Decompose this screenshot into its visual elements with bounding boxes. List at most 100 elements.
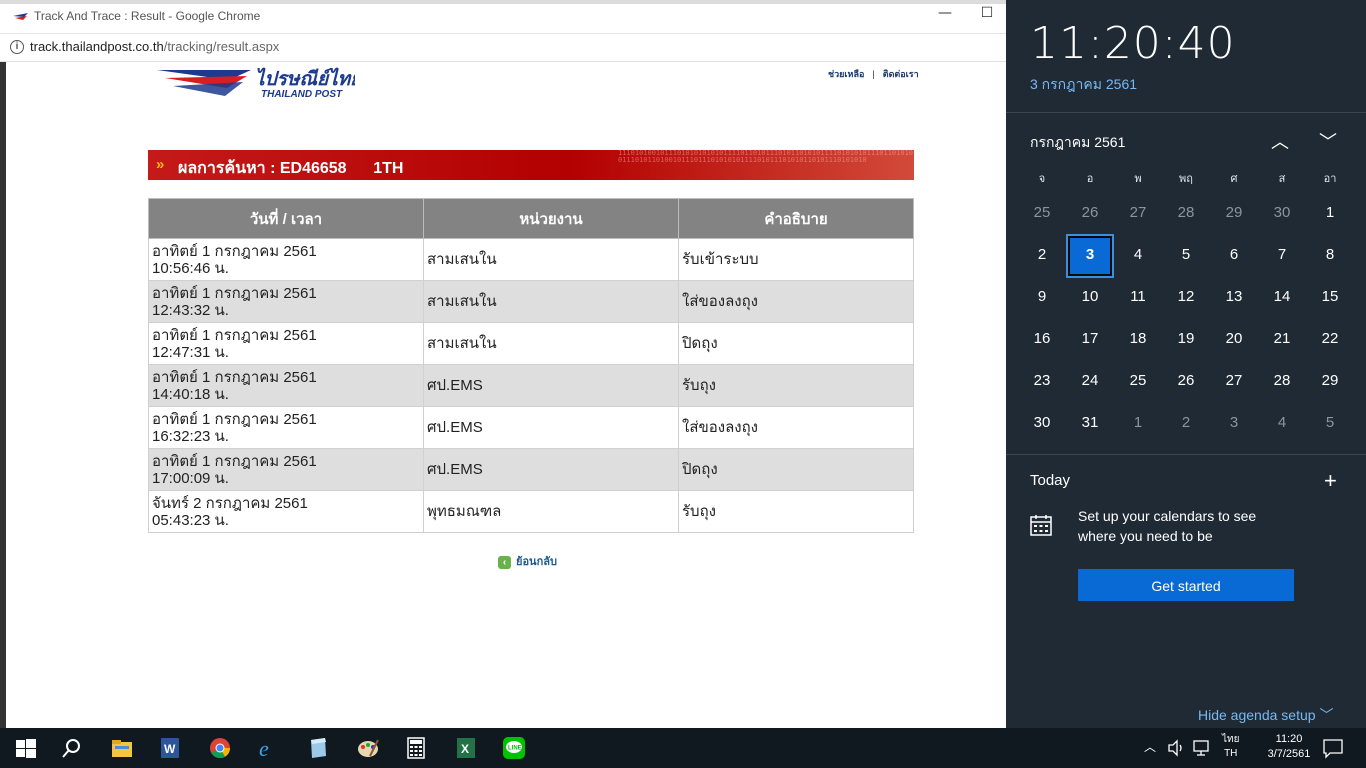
word-icon[interactable]: W bbox=[158, 736, 182, 760]
calendar-day[interactable]: 28 bbox=[1258, 360, 1306, 402]
taskbar-clock[interactable]: 11:20 3/7/2561 bbox=[1256, 732, 1322, 762]
add-event-icon[interactable]: + bbox=[1324, 468, 1337, 494]
action-center-icon[interactable] bbox=[1322, 737, 1344, 759]
calendar-day[interactable]: 1 bbox=[1306, 192, 1354, 234]
calendar-day[interactable]: 31 bbox=[1066, 402, 1114, 444]
calendar-day[interactable]: 24 bbox=[1066, 360, 1114, 402]
calendar-day[interactable]: 23 bbox=[1018, 360, 1066, 402]
maximize-button[interactable]: ☐ bbox=[978, 5, 996, 27]
calendar-week-row: 9 10 11 12 13 14 15 bbox=[1018, 276, 1354, 318]
calendar-week-row: 16 17 18 19 20 21 22 bbox=[1018, 318, 1354, 360]
excel-icon[interactable]: X bbox=[454, 736, 478, 760]
calendar-day[interactable]: 14 bbox=[1258, 276, 1306, 318]
calendar-day[interactable]: 8 bbox=[1306, 234, 1354, 276]
volume-icon[interactable] bbox=[1166, 738, 1186, 758]
calendar-day[interactable]: 11 bbox=[1114, 276, 1162, 318]
date-long[interactable]: 3 กรกฎาคม 2561 bbox=[1030, 74, 1137, 96]
calendar-day[interactable]: 30 bbox=[1018, 402, 1066, 444]
calendar-day-number: 23 bbox=[1033, 372, 1051, 389]
info-icon[interactable]: i bbox=[10, 40, 24, 54]
calendar-day[interactable]: 9 bbox=[1018, 276, 1066, 318]
table-row: อาทิตย์ 1 กรกฎาคม 2561 17:00:09 น. ศป.EMS ป… bbox=[148, 448, 914, 491]
cell-date: อาทิตย์ 1 กรกฎาคม 2561 bbox=[152, 452, 317, 470]
back-link[interactable]: ‹ ย้อนกลับ bbox=[498, 552, 557, 570]
get-started-button[interactable]: Get started bbox=[1078, 569, 1294, 601]
calendar-week-row: 25 26 27 28 29 30 1 bbox=[1018, 192, 1354, 234]
calendar-day[interactable]: 5 bbox=[1306, 402, 1354, 444]
calendar-day[interactable]: 4 bbox=[1114, 234, 1162, 276]
result-title: ผลการค้นหา : ED46658 1TH bbox=[178, 160, 404, 177]
hide-agenda-link[interactable]: Hide agenda setup ﹀ bbox=[1198, 705, 1333, 725]
calendar-day[interactable]: 1 bbox=[1114, 402, 1162, 444]
calendar-day[interactable]: 21 bbox=[1258, 318, 1306, 360]
calendar-day[interactable]: 13 bbox=[1210, 276, 1258, 318]
calculator-icon[interactable] bbox=[404, 736, 428, 760]
cell-date: อาทิตย์ 1 กรกฎาคม 2561 bbox=[152, 242, 317, 260]
cell-date: อาทิตย์ 1 กรกฎาคม 2561 bbox=[152, 326, 317, 344]
calendar-day[interactable]: 19 bbox=[1162, 318, 1210, 360]
tab-strip bbox=[0, 0, 1006, 4]
line-app-icon[interactable]: LINE bbox=[502, 736, 526, 760]
input-language-indicator[interactable]: ไทย TH bbox=[1222, 733, 1239, 761]
cell-time: 12:43:32 น. bbox=[152, 301, 229, 319]
calendar-day[interactable]: 12 bbox=[1162, 276, 1210, 318]
calendar-day[interactable]: 3 bbox=[1210, 402, 1258, 444]
calendar-month-label[interactable]: กรกฎาคม 2561 bbox=[1030, 132, 1125, 154]
calendar-day[interactable]: 25 bbox=[1114, 360, 1162, 402]
calendar-day[interactable]: 26 bbox=[1066, 192, 1114, 234]
thailand-post-logo[interactable]: ไปรษณีย์ไทย THAILAND POST bbox=[155, 66, 355, 100]
calendar-day[interactable]: 6 bbox=[1210, 234, 1258, 276]
notes-app-icon[interactable] bbox=[306, 736, 330, 760]
logo-text-thai: ไปรษณีย์ไทย bbox=[255, 67, 355, 90]
chrome-icon[interactable] bbox=[208, 736, 232, 760]
address-bar[interactable]: i track.thailandpost.co.th/tracking/resu… bbox=[0, 34, 1006, 62]
calendar-day-number: 15 bbox=[1321, 288, 1339, 305]
network-icon[interactable] bbox=[1192, 738, 1212, 758]
internet-explorer-icon[interactable]: e bbox=[256, 736, 280, 760]
calendar-day[interactable]: 27 bbox=[1210, 360, 1258, 402]
calendar-day[interactable]: 29 bbox=[1306, 360, 1354, 402]
calendar-day[interactable]: 27 bbox=[1114, 192, 1162, 234]
calendar-day[interactable]: 2 bbox=[1162, 402, 1210, 444]
calendar-day[interactable]: 15 bbox=[1306, 276, 1354, 318]
cell-datetime: อาทิตย์ 1 กรกฎาคม 2561 12:47:31 น. bbox=[148, 322, 424, 365]
search-icon[interactable] bbox=[60, 736, 84, 760]
chevron-up-icon[interactable]: ︿ bbox=[1270, 128, 1290, 154]
url-text[interactable]: track.thailandpost.co.th/tracking/result… bbox=[30, 39, 279, 54]
minimize-button[interactable]: — bbox=[936, 5, 954, 27]
chevron-down-icon[interactable]: ﹀ bbox=[1318, 128, 1338, 154]
calendar-day[interactable]: 29 bbox=[1210, 192, 1258, 234]
windows-start-icon[interactable] bbox=[14, 736, 38, 760]
file-explorer-icon[interactable] bbox=[110, 736, 134, 760]
calendar-day[interactable]: 5 bbox=[1162, 234, 1210, 276]
calendar-day[interactable]: 20 bbox=[1210, 318, 1258, 360]
calendar-day[interactable]: 16 bbox=[1018, 318, 1066, 360]
cell-description: ปิดถุง bbox=[678, 448, 914, 491]
calendar-day[interactable]: 17 bbox=[1066, 318, 1114, 360]
show-hidden-icons-icon[interactable]: ︿ bbox=[1144, 738, 1156, 755]
cell-time: 05:43:23 น. bbox=[152, 511, 229, 529]
calendar-day[interactable]: 25 bbox=[1018, 192, 1066, 234]
top-links: ช่วยเหลือ | ติดต่อเรา bbox=[824, 67, 923, 81]
calendar-day[interactable]: 4 bbox=[1258, 402, 1306, 444]
calendar-day[interactable]: 2 bbox=[1018, 234, 1066, 276]
calendar-day[interactable]: 30 bbox=[1258, 192, 1306, 234]
calendar-day-today[interactable]: 3 bbox=[1066, 234, 1114, 278]
paint-icon[interactable] bbox=[356, 736, 380, 760]
table-header-row: วันที่ / เวลา หน่วยงาน คำอธิบาย bbox=[148, 198, 914, 239]
calendar-day[interactable]: 7 bbox=[1258, 234, 1306, 276]
help-link[interactable]: ช่วยเหลือ bbox=[824, 69, 868, 79]
calendar-day[interactable]: 10 bbox=[1066, 276, 1114, 318]
calendar-day-number: 3 bbox=[1229, 414, 1239, 431]
calendar-day-number: 4 bbox=[1277, 414, 1287, 431]
calendar-day[interactable]: 26 bbox=[1162, 360, 1210, 402]
calendar-day[interactable]: 28 bbox=[1162, 192, 1210, 234]
calendar-day[interactable]: 22 bbox=[1306, 318, 1354, 360]
calendar-day-number: 11 bbox=[1130, 288, 1146, 305]
calendar-day-number: 28 bbox=[1273, 372, 1291, 389]
calendar-day-number: 8 bbox=[1325, 246, 1335, 263]
contact-link[interactable]: ติดต่อเรา bbox=[879, 69, 923, 79]
weekday-label: จ bbox=[1038, 173, 1046, 185]
calendar-day-number: 3 bbox=[1066, 234, 1114, 278]
calendar-day[interactable]: 18 bbox=[1114, 318, 1162, 360]
